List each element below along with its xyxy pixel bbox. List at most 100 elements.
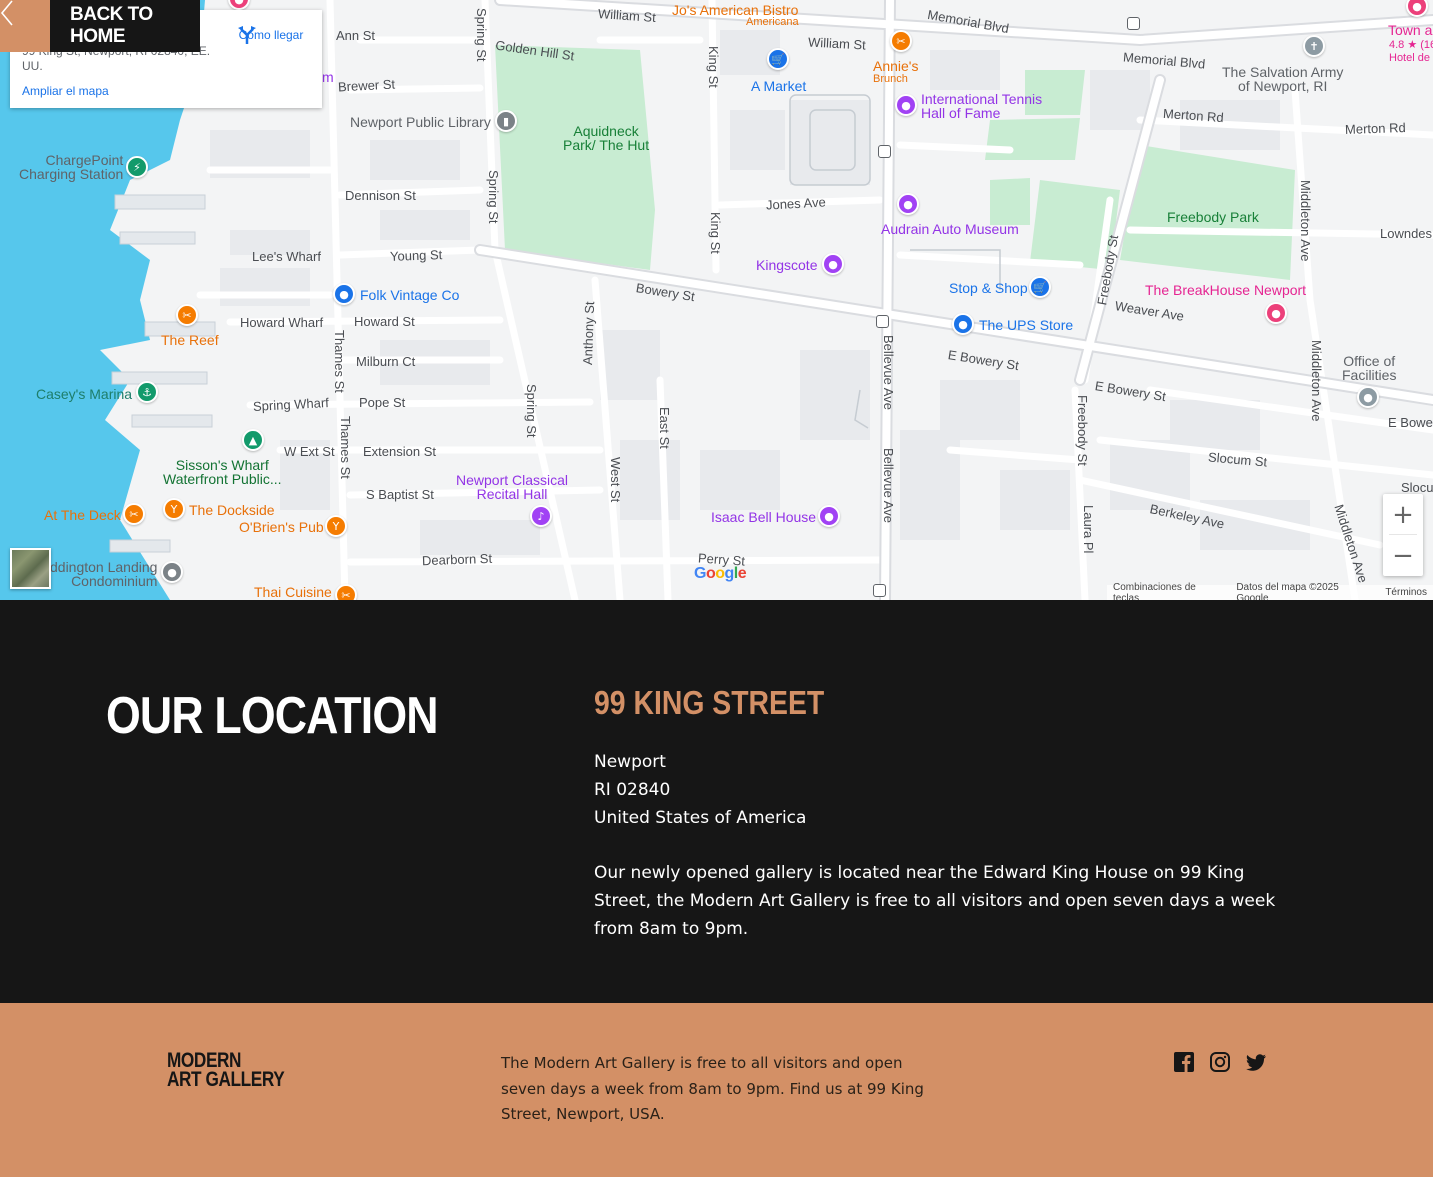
museum-icon[interactable]: ● — [822, 253, 844, 275]
address-block: Newport RI 02840 United States of Americ… — [594, 748, 806, 832]
bus-stop-icon[interactable] — [876, 315, 889, 328]
street-label: Thames St — [332, 330, 347, 393]
place-label[interactable]: Folk Vintage Co — [360, 288, 459, 302]
instagram-icon[interactable] — [1209, 1051, 1231, 1073]
twitter-icon[interactable] — [1245, 1051, 1267, 1073]
street-label: Lee's Wharf — [252, 249, 321, 264]
place-label[interactable]: The Reef — [161, 333, 219, 347]
place-label[interactable]: Isaac Bell House — [711, 510, 816, 524]
place-label[interactable]: Town a — [1388, 23, 1432, 37]
street-label: Howard St — [354, 314, 415, 329]
bar-icon[interactable]: Y — [325, 515, 347, 537]
place-label[interactable]: Aquidneck Park/ The Hut — [563, 124, 649, 152]
street-label: Bellevue Ave — [881, 335, 896, 410]
place-label[interactable]: The Salvation Army of Newport, RI — [1222, 65, 1343, 93]
shopping-bag-icon[interactable]: ● — [952, 313, 974, 335]
ev-charging-icon[interactable]: ⚡ — [126, 156, 148, 178]
marina-icon[interactable]: ⚓ — [136, 381, 158, 403]
place-label[interactable]: Kingscote — [756, 258, 817, 272]
place-label[interactable]: Freebody Park — [1167, 210, 1259, 224]
place-label[interactable]: Jo's American Bistro — [672, 3, 798, 17]
street-label: Anthony St — [580, 301, 598, 366]
restaurant-icon[interactable]: ✂ — [123, 503, 145, 525]
street-label: King St — [708, 212, 723, 254]
expand-map-link[interactable]: Ampliar el mapa — [22, 84, 109, 98]
place-label[interactable]: Thai Cuisine — [254, 585, 332, 599]
restaurant-icon[interactable]: ✂ — [890, 30, 912, 52]
street-label: Dennison St — [345, 188, 416, 203]
museum-icon[interactable]: ● — [818, 505, 840, 527]
restaurant-icon[interactable]: ✂ — [335, 584, 357, 600]
shopping-bag-icon[interactable]: ● — [333, 283, 355, 305]
street-label: Ann St — [336, 28, 376, 43]
directions-button[interactable]: Cómo llegar — [236, 24, 306, 44]
place-label[interactable]: ChargePoint Charging Station — [19, 153, 123, 181]
footer-description: The Modern Art Gallery is free to all vi… — [501, 1054, 924, 1123]
church-icon[interactable]: ✝ — [1303, 35, 1325, 57]
shopping-cart-icon[interactable]: 🛒 — [767, 48, 789, 70]
library-icon[interactable]: ▮ — [495, 110, 517, 132]
social-links — [1173, 1051, 1267, 1073]
street-label: Spring St — [486, 170, 501, 224]
place-label[interactable]: Newport Public Library — [350, 115, 491, 129]
street-label: W Ext St — [284, 444, 335, 459]
place-label[interactable]: Casey's Marina — [36, 387, 132, 401]
street-label: Spring St — [524, 384, 539, 438]
location-description: Our newly opened gallery is located near… — [594, 863, 1276, 939]
embedded-map[interactable]: William St William St Memorial Blvd Memo… — [0, 0, 1433, 600]
place-label[interactable]: The Dockside — [189, 503, 275, 517]
bus-stop-icon[interactable] — [1127, 17, 1140, 30]
bar-icon[interactable]: Y — [163, 498, 185, 520]
keyboard-shortcuts-link[interactable]: Combinaciones de teclas — [1107, 582, 1230, 601]
museum-icon[interactable]: ● — [897, 193, 919, 215]
street-label: Spring St — [474, 8, 489, 62]
place-label[interactable]: At The Deck — [44, 508, 121, 522]
facebook-icon[interactable] — [1173, 1051, 1195, 1073]
place-label[interactable]: ddington Landing Condominium — [50, 560, 157, 588]
terms-link[interactable]: Términos — [1379, 587, 1433, 598]
museum-icon[interactable]: ● — [895, 94, 917, 116]
place-label[interactable]: The BreakHouse Newport — [1145, 283, 1306, 297]
street-heading: 99 KING STREET — [594, 684, 825, 721]
place-label[interactable]: A Market — [751, 79, 806, 93]
street-label: S Baptist St — [366, 487, 434, 502]
place-icon[interactable]: ● — [161, 561, 183, 583]
place-label[interactable]: Audrain Auto Museum — [881, 222, 1019, 236]
zoom-in-button[interactable]: + — [1383, 494, 1423, 535]
address-city: Newport — [594, 752, 666, 772]
park-icon[interactable]: ▲ — [242, 429, 264, 451]
footer-logo[interactable]: MODERN ART GALLERY — [167, 1050, 285, 1091]
back-to-home-button[interactable]: BACK TO HOME — [0, 0, 200, 52]
place-label[interactable]: Newport Classical Recital Hall — [456, 473, 568, 501]
back-to-home-label[interactable]: BACK TO HOME — [50, 0, 200, 52]
street-label: East St — [657, 407, 672, 449]
bus-stop-icon[interactable] — [878, 145, 891, 158]
section-heading: OUR LOCATION — [106, 687, 439, 745]
place-label[interactable]: Stop & Shop — [949, 281, 1028, 295]
place-label[interactable]: The UPS Store — [979, 318, 1073, 332]
directions-icon — [238, 26, 256, 44]
street-label: Young St — [389, 247, 443, 264]
place-label[interactable]: Office of Facilities — [1342, 354, 1396, 382]
chevron-left-icon[interactable] — [0, 0, 50, 52]
zoom-out-button[interactable]: − — [1383, 535, 1423, 576]
school-icon[interactable]: ● — [1357, 386, 1379, 408]
location-section: OUR LOCATION 99 KING STREET Newport RI 0… — [0, 600, 1433, 1003]
place-rating: 4.8 ★ (16 — [1389, 39, 1433, 51]
street-label: Milburn Ct — [356, 354, 416, 369]
street-label: Dearborn St — [421, 550, 493, 569]
hotel-icon[interactable]: ● — [1265, 302, 1287, 324]
shopping-cart-icon[interactable]: 🛒 — [1029, 276, 1051, 298]
place-sublabel: Hotel de — [1389, 52, 1430, 64]
music-venue-icon[interactable]: ♪ — [530, 505, 552, 527]
street-label: William St — [807, 34, 867, 53]
logo-line-2: ART GALLERY — [167, 1068, 285, 1091]
place-label[interactable]: International Tennis Hall of Fame — [921, 92, 1042, 120]
place-label[interactable]: O'Brien's Pub — [239, 520, 324, 534]
place-label[interactable]: Annie's — [873, 59, 918, 73]
bus-stop-icon[interactable] — [873, 584, 886, 597]
zoom-control: + − — [1383, 494, 1423, 576]
restaurant-icon[interactable]: ✂ — [176, 304, 198, 326]
satellite-toggle[interactable] — [10, 548, 51, 589]
place-label[interactable]: Sisson's Wharf Waterfront Public... — [163, 458, 282, 486]
